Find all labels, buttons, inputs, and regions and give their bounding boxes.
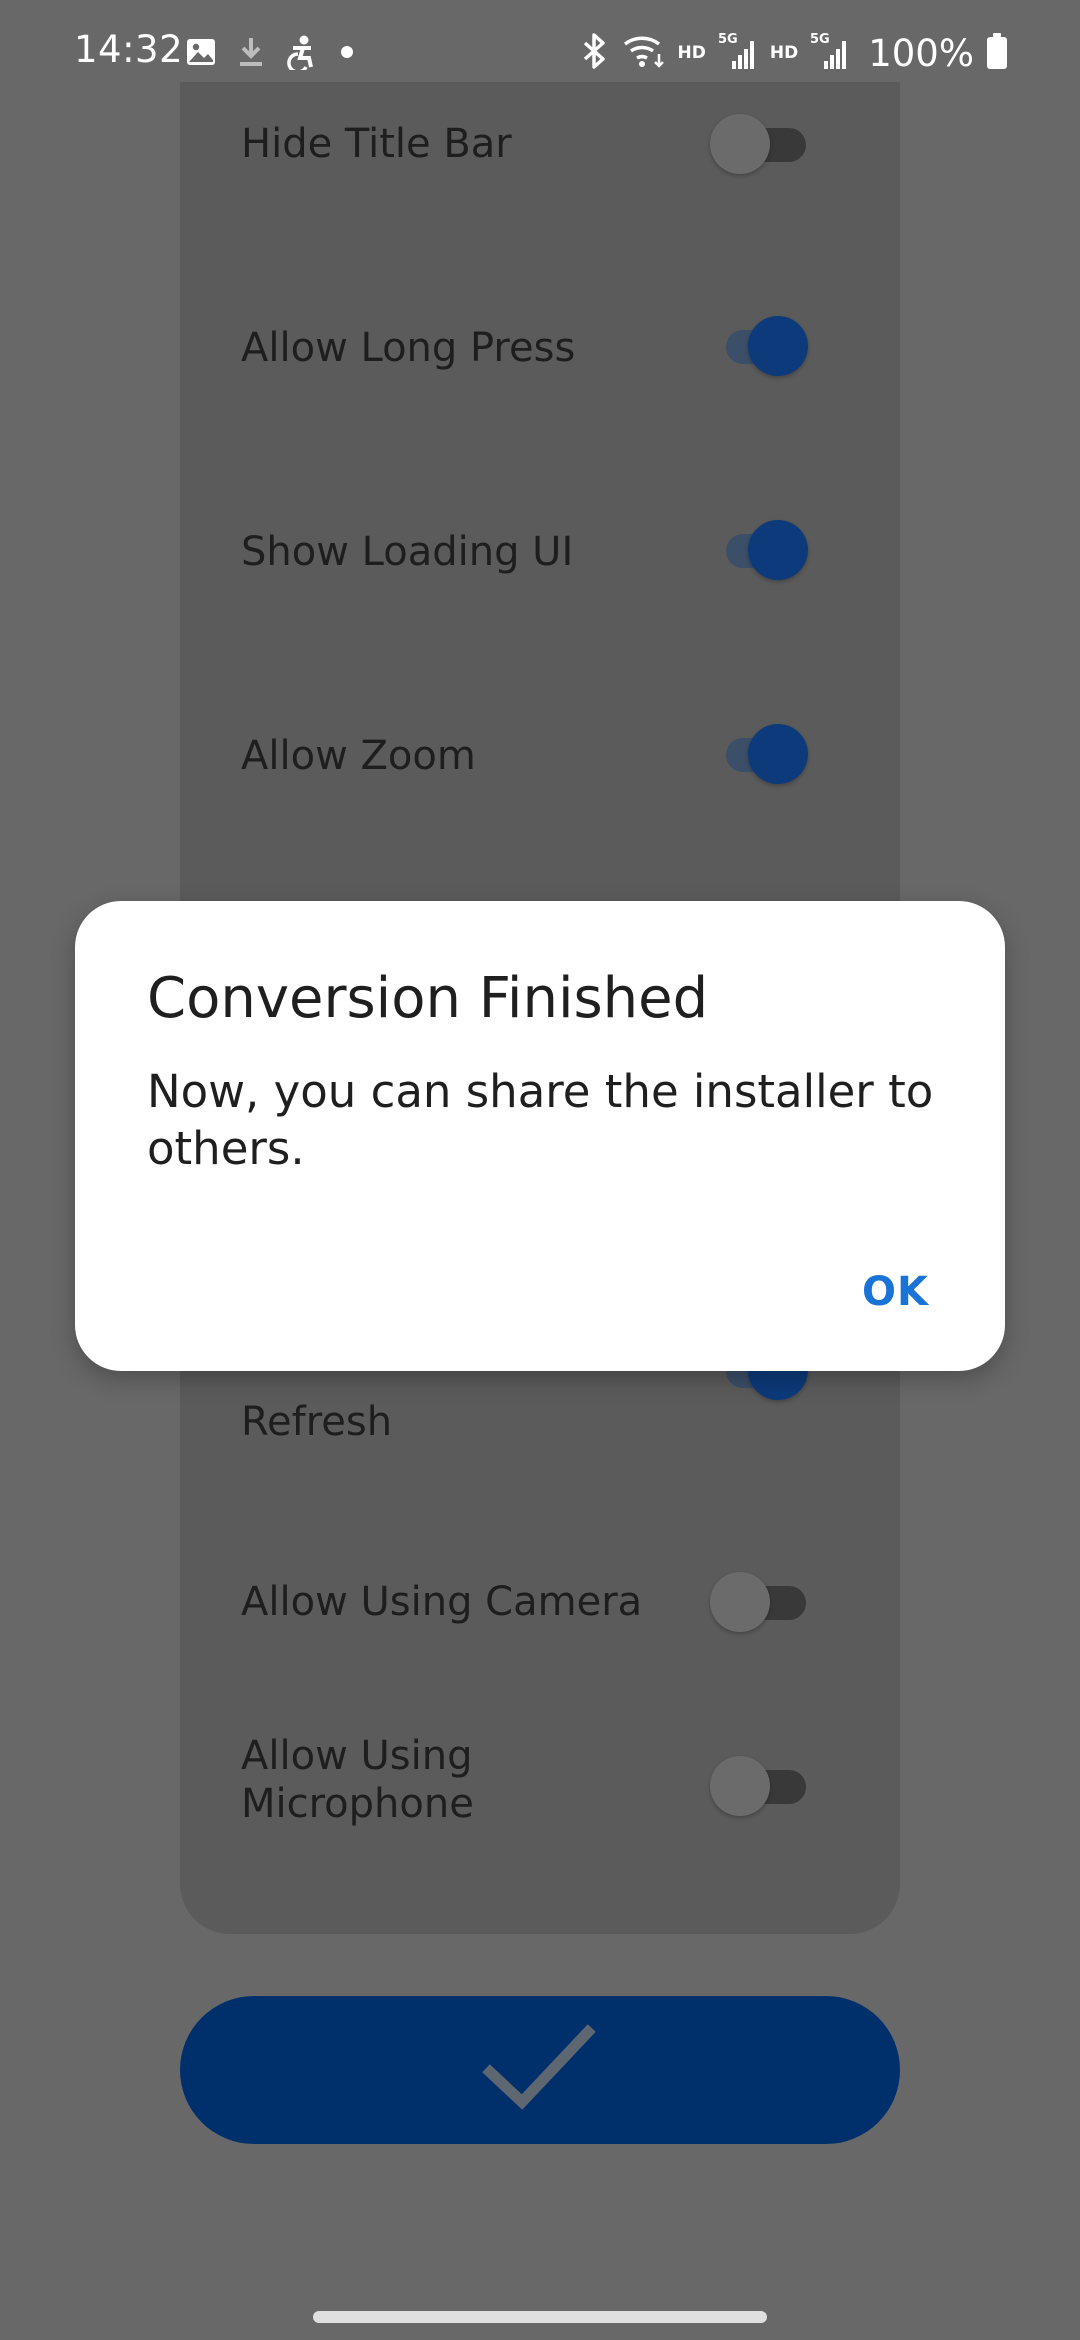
status-left-icons (185, 34, 355, 74)
home-indicator[interactable] (313, 2311, 767, 2323)
status-right-icons: HD 5G HD 5G 100% (580, 30, 1008, 76)
svg-text:5G: 5G (718, 32, 738, 47)
setting-allow-zoom[interactable]: Allow Zoom (180, 704, 900, 804)
show-loading-ui-toggle[interactable] (710, 520, 810, 580)
signal-icon-2: 5G (810, 31, 850, 75)
status-bar: 14:32 HD 5G HD 5G 100% (0, 0, 1080, 108)
checkmark-icon (480, 2020, 600, 2120)
bluetooth-icon (580, 32, 610, 74)
setting-refresh[interactable]: Refresh (180, 1340, 900, 1472)
svg-text:5G: 5G (810, 32, 830, 47)
gallery-icon (185, 36, 217, 72)
setting-label: Refresh (241, 1399, 393, 1445)
allow-using-camera-toggle[interactable] (710, 1572, 810, 1632)
confirm-button[interactable] (180, 1996, 900, 2144)
allow-using-microphone-toggle[interactable] (710, 1756, 810, 1816)
hide-title-bar-toggle[interactable] (710, 114, 810, 174)
toggle-knob (710, 1756, 770, 1816)
toggle-knob (748, 724, 808, 784)
setting-allow-using-camera[interactable]: Allow Using Camera (180, 1570, 900, 1670)
battery-icon (986, 32, 1008, 74)
setting-allow-long-press[interactable]: Allow Long Press (180, 296, 900, 396)
setting-label: Allow Using Camera (241, 1579, 643, 1625)
dialog-message: Now, you can share the installer to othe… (147, 1065, 934, 1175)
toggle-knob (748, 316, 808, 376)
allow-long-press-toggle[interactable] (710, 316, 810, 376)
dialog-title: Conversion Finished (147, 966, 709, 1031)
allow-zoom-toggle[interactable] (710, 724, 810, 784)
setting-allow-using-microphone[interactable]: Allow Using Microphone (180, 1732, 900, 1872)
toggle-knob (710, 114, 770, 174)
status-time: 14:32 (74, 28, 184, 71)
toggle-knob (710, 1572, 770, 1632)
setting-label: Allow Zoom (241, 733, 476, 779)
wifi-icon (622, 32, 666, 74)
conversion-finished-dialog: Conversion Finished Now, you can share t… (75, 901, 1005, 1371)
setting-label: Hide Title Bar (241, 121, 512, 167)
setting-show-loading-ui[interactable]: Show Loading UI (180, 500, 900, 600)
setting-label: Allow Long Press (241, 325, 576, 371)
download-icon (237, 35, 265, 73)
accessibility-icon (285, 34, 319, 74)
ok-button[interactable]: OK (858, 1261, 933, 1323)
battery-percentage: 100% (868, 31, 974, 75)
signal-icon: 5G (718, 31, 758, 75)
notification-dot-icon (339, 44, 355, 64)
hd-indicator-2: HD (769, 43, 799, 63)
hd-indicator: HD (677, 43, 706, 63)
setting-label-line2: Microphone (241, 1781, 474, 1827)
toggle-knob (748, 520, 808, 580)
setting-label: Show Loading UI (241, 529, 574, 575)
setting-label-line1: Allow Using (241, 1733, 473, 1779)
